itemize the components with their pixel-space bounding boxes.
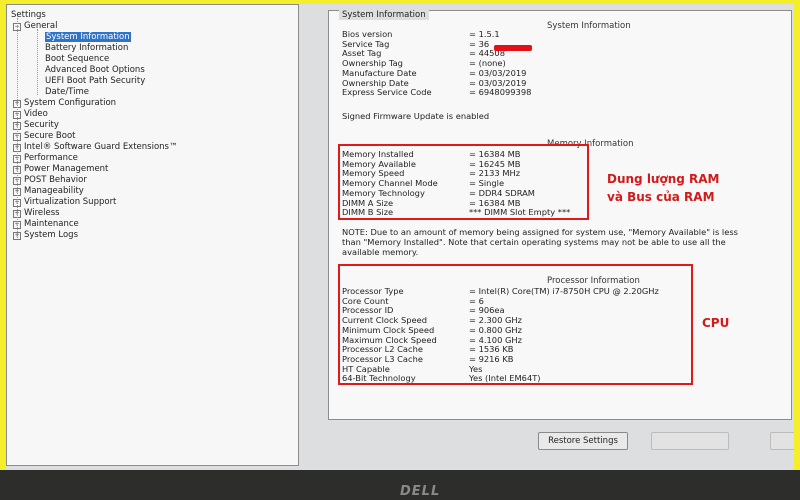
system-info-row: Express Service Code = 6948099398 (342, 87, 782, 97)
restore-settings-button[interactable]: Restore Settings (538, 432, 628, 450)
tree-item-manageability[interactable]: + Manageability (13, 186, 84, 197)
tree-item-date-time[interactable]: Date/Time (45, 87, 89, 98)
group-title: System Information (339, 10, 429, 20)
tree-item-label: Boot Sequence (45, 54, 110, 64)
system-info-key: Express Service Code (342, 87, 432, 98)
system-info-value: = 6948099398 (469, 87, 532, 98)
tree-item-virtualization-support[interactable]: + Virtualization Support (13, 197, 116, 208)
cpu-highlight-box (338, 264, 693, 385)
system-info-value: = (none) (469, 58, 506, 69)
system-info-key: Service Tag (342, 38, 390, 49)
ram-highlight-box (338, 144, 589, 220)
exit-button[interactable] (770, 432, 794, 450)
tree-item-general[interactable]: − General (13, 21, 58, 32)
tree-item-label: Maintenance (24, 219, 79, 229)
memory-note-line: than "Memory Installed". Note that certa… (342, 237, 726, 247)
memory-note-line: NOTE: Due to an amount of memory being a… (342, 227, 738, 237)
tree-item-label: System Configuration (24, 98, 117, 108)
system-info-row: Service Tag = 36 (342, 39, 782, 49)
system-info-row: Asset Tag = 44508 (342, 48, 782, 58)
tree-item-label: Security (24, 120, 59, 130)
tree-item-label: Performance (24, 153, 78, 163)
photo-frame: Settings − General System Information Batte… (0, 0, 800, 500)
tree-item-label: Secure Boot (24, 131, 76, 141)
tree-item-label: POST Behavior (24, 175, 87, 185)
tree-item-wireless[interactable]: + Wireless (13, 208, 60, 219)
tree-item-secure-boot[interactable]: + Secure Boot (13, 131, 76, 142)
memory-note-line: available memory. (342, 247, 419, 257)
system-info-key: Bios version (342, 29, 393, 39)
tree-item-boot-sequence[interactable]: Boot Sequence (45, 54, 109, 65)
system-info-row: Ownership Tag = (none) (342, 58, 782, 68)
tree-item-label: Wireless (24, 208, 60, 218)
tree-item-label: Manageability (24, 186, 84, 196)
system-info-value: = 03/03/2019 (469, 77, 527, 88)
system-info-value: = 36 (469, 38, 490, 49)
ram-annotation-line-1: Dung lượng RAM (607, 172, 720, 186)
tree-item-system-logs[interactable]: + System Logs (13, 230, 78, 241)
settings-tree-panel: Settings − General System Information Batte… (6, 4, 299, 466)
tree-item-security[interactable]: + Security (13, 120, 59, 131)
system-info-key: Ownership Tag (342, 58, 403, 69)
tree-item-advanced-boot-options[interactable]: Advanced Boot Options (45, 65, 145, 76)
ram-annotation-line-2: và Bus của RAM (607, 190, 715, 204)
tree-item-label: Date/Time (45, 87, 89, 97)
bios-screen: Settings − General System Information Batte… (6, 4, 794, 470)
tree-item-intel-software-guard-extensions[interactable]: + Intel® Software Guard Extensions™ (13, 142, 177, 153)
tree-item-performance[interactable]: + Performance (13, 153, 78, 164)
tree-item-battery-information[interactable]: Battery Information (45, 43, 128, 54)
cpu-annotation: CPU (702, 316, 730, 330)
tree-item-label: Intel® Software Guard Extensions™ (24, 142, 178, 152)
redaction-mark (494, 45, 532, 51)
tree-item-post-behavior[interactable]: + POST Behavior (13, 175, 87, 186)
tree-item-label: Power Management (24, 164, 109, 174)
tree-item-label: Video (24, 109, 48, 119)
tree-item-label: Virtualization Support (24, 197, 117, 207)
tree-item-label: UEFI Boot Path Security (45, 76, 146, 86)
system-info-key: Manufacture Date (342, 67, 417, 78)
tree-item-maintenance[interactable]: + Maintenance (13, 219, 79, 230)
firmware-note: Signed Firmware Update is enabled (342, 111, 490, 121)
tree-item-video[interactable]: + Video (13, 109, 48, 120)
tree-guide-line (17, 18, 18, 238)
tree-item-power-management[interactable]: + Power Management (13, 164, 108, 175)
tree-item-label: System Information (45, 32, 131, 42)
dell-logo: DELL (400, 484, 441, 499)
system-info-key: Ownership Date (342, 77, 409, 88)
tree-item-label: System Logs (24, 230, 79, 240)
memory-note: NOTE: Due to an amount of memory being a… (342, 227, 787, 257)
system-info-row: Manufacture Date = 03/03/2019 (342, 68, 782, 78)
system-info-value: = 03/03/2019 (469, 67, 527, 78)
apply-button[interactable] (651, 432, 729, 450)
system-info-row: Ownership Date = 03/03/2019 (342, 78, 782, 88)
tree-guide-line (37, 29, 38, 95)
tree-item-label: Advanced Boot Options (45, 65, 145, 75)
tree-item-label: General (24, 21, 58, 31)
tree-item-uefi-boot-path-security[interactable]: UEFI Boot Path Security (45, 76, 145, 87)
info-panel: System Information System Information Bi… (324, 4, 794, 424)
system-info-row: Bios version = 1.5.1 (342, 29, 782, 39)
system-info-value: = 1.5.1 (469, 29, 500, 39)
tree-item-system-information[interactable]: System Information (45, 32, 131, 43)
tree-item-system-configuration[interactable]: + System Configuration (13, 98, 116, 109)
tree-item-label: Battery Information (45, 43, 129, 53)
system-info-key: Asset Tag (342, 48, 382, 59)
